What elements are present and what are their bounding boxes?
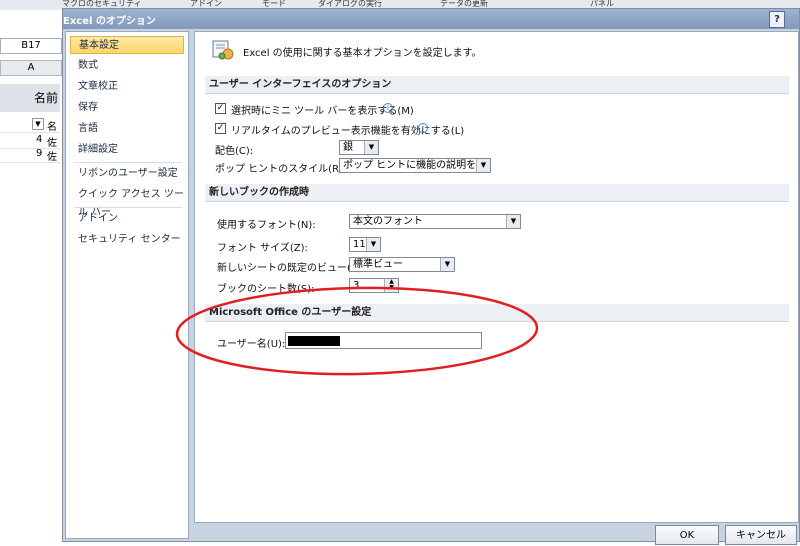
default-view-select[interactable]: 標準ビュー ▼ <box>349 257 455 272</box>
table-row: 9 佐 <box>0 148 60 163</box>
general-settings-icon <box>211 38 235 62</box>
nav-item-quick-access[interactable]: クイック アクセス ツール バー <box>70 186 184 218</box>
livepreview-label: リアルタイムのプレビュー表示機能を有効にする(L) <box>231 126 465 137</box>
section-header-office-user: Microsoft Office のユーザー設定 <box>205 304 789 322</box>
nav-item-trust-center[interactable]: セキュリティ センター <box>70 231 184 249</box>
info-icon: i <box>383 103 393 113</box>
section-header-ui: ユーザー インターフェイスのオプション <box>205 76 789 94</box>
chevron-down-icon[interactable]: ▼ <box>366 238 380 251</box>
info-icon: i <box>418 123 428 133</box>
default-view-value: 標準ビュー <box>353 259 403 270</box>
sheet-count-spinner[interactable]: 3 ▲ ▼ <box>349 278 399 293</box>
username-input[interactable] <box>285 332 482 349</box>
redacted-username <box>288 336 340 346</box>
column-header-a[interactable]: A <box>0 60 62 76</box>
minibar-checkbox[interactable]: ✓ <box>215 103 226 114</box>
cell-value: 4 <box>36 134 43 145</box>
name-header-cell: 名前 <box>0 84 60 112</box>
default-view-label: 新しいシートの既定のビュー(V): <box>217 263 366 274</box>
help-button[interactable]: ? <box>769 11 785 28</box>
nav-item-language[interactable]: 言語 <box>70 120 184 138</box>
dialog-titlebar[interactable]: Excel のオプション ? <box>63 9 799 29</box>
dialog-title: Excel のオプション <box>63 16 156 27</box>
username-label: ユーザー名(U): <box>217 339 286 350</box>
spinner-arrows-icon[interactable]: ▲ ▼ <box>384 279 398 292</box>
ok-button[interactable]: OK <box>655 525 719 545</box>
font-select[interactable]: 本文のフォント ▼ <box>349 214 521 229</box>
options-content: Excel の使用に関する基本オプションを設定します。 ユーザー インターフェイ… <box>194 31 799 523</box>
nav-divider <box>74 162 182 163</box>
cancel-button[interactable]: キャンセル <box>725 525 797 545</box>
screentip-select[interactable]: ポップ ヒントに機能の説明を表示する ▼ <box>339 158 491 173</box>
chevron-down-icon[interactable]: ▼ <box>476 159 490 172</box>
font-size-value: 11 <box>353 239 366 250</box>
chevron-down-icon[interactable]: ▼ <box>364 141 378 154</box>
font-size-select[interactable]: 11 ▼ <box>349 237 381 252</box>
cell-value: 9 <box>36 148 43 159</box>
intro-text: Excel の使用に関する基本オプションを設定します。 <box>243 48 482 59</box>
section-header-new-workbook: 新しいブックの作成時 <box>205 184 789 202</box>
font-value: 本文のフォント <box>353 216 423 227</box>
cell-value: 名 <box>47 122 57 133</box>
livepreview-checkbox[interactable]: ✓ <box>215 123 226 134</box>
nav-item-advanced[interactable]: 詳細設定 <box>70 141 184 159</box>
nav-divider <box>74 207 182 208</box>
color-scheme-value: 銀 <box>343 142 353 153</box>
name-box[interactable]: B17 <box>0 38 62 54</box>
color-scheme-label: 配色(C): <box>215 146 254 157</box>
options-nav: 基本設定 数式 文章校正 保存 言語 詳細設定 リボンのユーザー設定 クイック … <box>65 31 189 539</box>
table-row: ▼ 名 <box>0 118 60 133</box>
chevron-down-icon[interactable]: ▼ <box>440 258 454 271</box>
font-label: 使用するフォント(N): <box>217 220 316 231</box>
font-size-label: フォント サイズ(Z): <box>217 243 308 254</box>
filter-dropdown-icon[interactable]: ▼ <box>32 118 44 130</box>
cell-value: 佐 <box>47 138 57 149</box>
nav-item-customize-ribbon[interactable]: リボンのユーザー設定 <box>70 165 184 183</box>
screentip-label: ポップ ヒントのスタイル(R): <box>215 164 347 175</box>
color-scheme-select[interactable]: 銀 ▼ <box>339 140 379 155</box>
excel-sheet-background: B17 A 名前 ▼ 名 4 佐 9 佐 <box>0 10 63 542</box>
chevron-down-icon[interactable]: ▼ <box>506 215 520 228</box>
nav-item-proofing[interactable]: 文章校正 <box>70 78 184 96</box>
screentip-value: ポップ ヒントに機能の説明を表示する <box>343 160 490 171</box>
cell-value: 佐 <box>47 152 57 163</box>
sheet-count-value: 3 <box>353 280 360 291</box>
nav-item-addins[interactable]: アドイン <box>70 210 184 228</box>
sheet-count-label: ブックのシート数(S): <box>217 284 315 295</box>
table-row: 4 佐 <box>0 134 60 149</box>
nav-item-formulas[interactable]: 数式 <box>70 57 184 75</box>
excel-options-dialog: Excel のオプション ? 基本設定 数式 文章校正 保存 言語 詳細設定 リ… <box>62 8 800 545</box>
nav-item-save[interactable]: 保存 <box>70 99 184 117</box>
nav-item-general[interactable]: 基本設定 <box>70 36 184 54</box>
